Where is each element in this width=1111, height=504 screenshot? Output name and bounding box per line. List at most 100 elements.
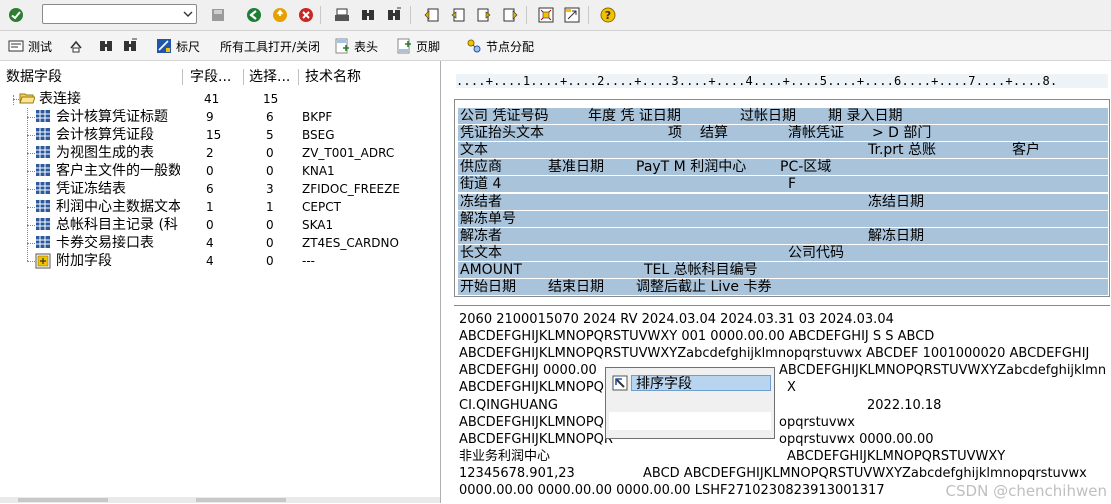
header-field-line[interactable]: 解冻者 解冻日期 [458,228,1108,244]
detail-field-value[interactable]: CI.QINGHUANG [459,397,558,414]
header-field-label[interactable]: PayT M 利润中心 [636,159,746,175]
detail-field-value[interactable]: ABCDEFGHIJKLMNOPQRSTUVWXYZabcdefghijklmn [779,362,1106,379]
header-field-label[interactable]: 解冻日期 [868,228,924,244]
tree-item-row[interactable]: 卡券交易接口表 4 0 ZT4ES_CARDNO [0,234,440,252]
tree-item-row[interactable]: 客户主文件的一般数 0 0 KNA1 [0,162,440,180]
print-icon[interactable] [334,7,350,23]
detail-field-line[interactable]: ABCDEFGHIJKLMNOPQRSTUVWXY 001 0000.00.00… [459,328,1109,345]
detail-field-value[interactable]: opqrstuvwx [779,414,855,431]
detail-field-value[interactable]: ABCDEFGHIJ 0000.00 [459,362,597,379]
column-separator[interactable] [243,69,244,85]
detail-field-value[interactable]: ABCDEFGHIJKLMNOPQR [459,431,613,448]
layout-icon[interactable] [538,7,554,23]
tree-item-row[interactable]: 总帐科目主记录 (科 0 0 SKA1 [0,216,440,234]
detail-field-line[interactable]: ABCDEFGHIJKLMNOPQR X [459,379,1109,396]
header-field-label[interactable]: 结算 [700,125,728,141]
cancel-icon[interactable] [298,7,314,23]
header-field-label[interactable]: 基准日期 [548,159,604,175]
header-field-label[interactable]: 解冻者 [460,228,502,244]
header-field-line[interactable]: 街道 4 F [458,176,1108,192]
detail-field-value[interactable]: ABCDEFGHIJKLMNOPQR [459,414,613,431]
detail-field-value[interactable]: ABCDEFGHIJKLMNOPQRSTUVWXY [787,448,1005,465]
header-field-line[interactable]: 长文本 公司代码 [458,245,1108,261]
tree-root-row[interactable]: 表连接 41 15 [0,90,440,108]
header-field-label[interactable]: 冻结日期 [868,194,924,210]
header-field-label[interactable]: 期 录入日期 [828,108,902,124]
column-header-data-field[interactable]: 数据字段 [6,67,62,87]
header-field-label[interactable]: 街道 4 [460,176,501,192]
refresh-button[interactable] [68,38,84,54]
all-tools-toggle-button[interactable]: 所有工具打开/关闭 [220,38,320,54]
column-separator[interactable] [298,69,299,85]
tree-item-row[interactable]: 凭证冻结表 6 3 ZFIDOC_FREEZE [0,180,440,198]
detail-field-value[interactable]: ABCDEFGHIJKLMNOPQRSTUVWXY 001 0000.00.00… [459,328,934,345]
back-icon[interactable] [246,7,262,23]
column-header-selected-count[interactable]: 选择... [249,67,290,87]
detail-field-value[interactable]: ABCDEFGHIJKLMNOPQR [459,379,613,396]
save-icon[interactable] [210,7,226,23]
header-field-line[interactable]: 供应商 基准日期 PayT M 利润中心 PC-区域 [458,159,1108,175]
header-field-line[interactable]: 公司 凭证号码 年度 凭 证日期 过帐日期 期 录入日期 [458,108,1108,124]
header-field-label[interactable]: 年度 凭 证日期 [588,108,681,124]
tree-item-row[interactable]: 会计核算凭证标题 9 6 BKPF [0,108,440,126]
header-field-label[interactable]: 公司 凭证号码 [460,108,548,124]
detail-field-line[interactable]: CI.QINGHUANG 2022.10.18 [459,397,1109,414]
scrollbar-thumb[interactable] [196,498,286,502]
window-icon[interactable] [564,7,580,23]
header-field-label[interactable]: 过帐日期 [740,108,796,124]
header-field-line[interactable]: 开始日期 结束日期 调整后截止 Live 卡券 [458,279,1108,295]
header-field-label[interactable]: 开始日期 [460,279,516,295]
header-field-line[interactable]: 文本 Tr.prt 总账 客户 [458,142,1108,158]
header-field-label[interactable]: 文本 [460,142,488,158]
detail-field-line[interactable]: ABCDEFGHIJKLMNOPQR opqrstuvwx [459,414,1109,431]
find-icon[interactable] [360,7,376,23]
header-field-label[interactable]: 公司代码 [788,245,844,261]
test-button[interactable]: 测试 [8,38,52,54]
detail-field-value[interactable]: 12345678.901,23 [459,465,575,482]
header-field-label[interactable]: 项 [668,125,682,141]
tree-item-row[interactable]: 利润中心主数据文本 1 1 CEPCT [0,198,440,216]
header-field-label[interactable]: Tr.prt 总账 [868,142,936,158]
detail-field-line[interactable]: 非业务利润中心 ABCDEFGHIJKLMNOPQRSTUVWXY [459,448,1109,465]
horizontal-scrollbar[interactable] [0,497,440,503]
exit-icon[interactable] [272,7,288,23]
sort-field-item[interactable]: 排序字段 [609,374,771,392]
header-field-label[interactable]: 冻结者 [460,194,502,210]
detail-field-value[interactable]: 0000.00.00 0000.00.00 0000.00.00 LSHF271… [459,482,885,499]
confirm-check-icon[interactable] [8,7,24,23]
detail-field-line[interactable]: ABCDEFGHIJKLMNOPQRSTUVWXYZabcdefghijklmn… [459,345,1109,362]
find-button[interactable] [98,38,114,54]
scrollbar-thumb[interactable] [18,498,108,502]
ruler-button[interactable]: 标尺 [156,38,200,54]
header-field-label[interactable]: 凭证抬头文本 [460,125,544,141]
header-field-line[interactable]: 解冻单号 [458,211,1108,227]
find-next-icon[interactable] [386,7,402,23]
detail-field-value[interactable]: 2022.10.18 [867,397,941,414]
tree-item-row[interactable]: 附加字段 4 0 --- [0,252,440,270]
header-field-label[interactable]: 结束日期 [548,279,604,295]
header-field-label[interactable]: 客户 [1012,142,1040,158]
header-field-line[interactable]: 凭证抬头文本 项 结算 清帐凭证 > D 部门 [458,125,1108,141]
header-field-label[interactable]: TEL 总帐科目编号 [644,262,758,278]
detail-field-line[interactable]: 12345678.901,23 ABCD ABCDEFGHIJKLMNOPQRST… [459,465,1109,482]
header-field-label[interactable]: AMOUNT [460,262,522,278]
detail-field-value[interactable]: opqrstuvwx 0000.00.00 [779,431,934,448]
header-field-label[interactable]: PC-区域 [780,159,831,175]
chevron-down-icon[interactable] [180,5,196,23]
find-next-button[interactable] [122,38,138,54]
detail-field-value[interactable]: ABCD ABCDEFGHIJKLMNOPQRSTUVWXYZabcdefghi… [643,465,1087,482]
next-page-icon[interactable] [476,7,492,23]
header-field-line[interactable]: AMOUNT TEL 总帐科目编号 [458,262,1108,278]
header-field-label[interactable]: 解冻单号 [460,211,516,227]
header-field-label[interactable]: 调整后截止 Live 卡券 [636,279,772,295]
first-page-icon[interactable] [424,7,440,23]
command-field[interactable] [42,4,197,24]
detail-field-value[interactable]: X [787,379,796,396]
last-page-icon[interactable] [502,7,518,23]
footer-button[interactable]: 页脚 [396,38,440,54]
tree-item-row[interactable]: 为视图生成的表 2 0 ZV_T001_ADRC [0,144,440,162]
column-header-tech-name[interactable]: 技术名称 [305,67,361,87]
detail-field-line[interactable]: ABCDEFGHIJKLMNOPQR opqrstuvwx 0000.00.00 [459,431,1109,448]
column-header-field-count[interactable]: 字段... [190,67,231,87]
header-field-label[interactable]: F [788,176,796,192]
